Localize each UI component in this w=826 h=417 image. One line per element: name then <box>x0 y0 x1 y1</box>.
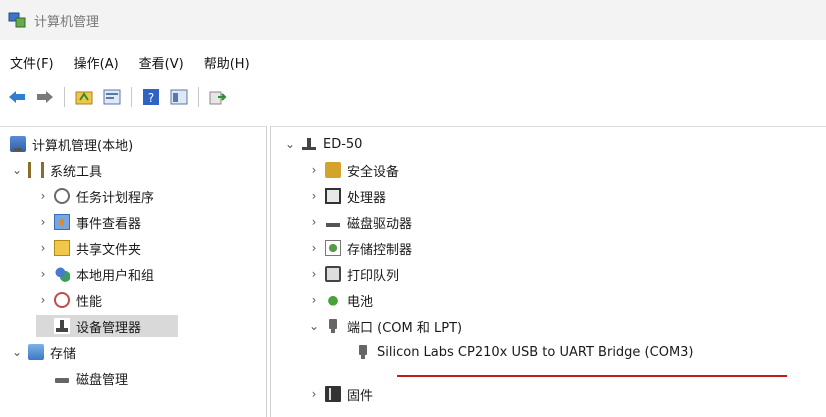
device-tree: ⌄ ED-50 › 安全设备 › 处理器 › 磁盘驱动器 › 存储控制器 › 打… <box>270 126 826 417</box>
disk-drive-icon <box>325 214 341 230</box>
device-category-label: 存储控制器 <box>347 242 413 258</box>
device-item[interactable]: Silicon Labs CP210x USB to UART Bridge (… <box>355 341 694 363</box>
tree-item-task-scheduler[interactable]: › 任务计划程序 <box>36 185 154 207</box>
tree-item-label: 系统工具 <box>50 164 103 180</box>
computer-management-icon <box>10 136 26 152</box>
tree-item-label: 任务计划程序 <box>76 190 155 206</box>
tree-item-label: 设备管理器 <box>76 320 142 336</box>
tree-item-label: 性能 <box>76 294 103 310</box>
disk-icon <box>54 370 70 386</box>
window-title: 计算机管理 <box>34 14 100 30</box>
menu-help[interactable]: 帮助(H) <box>194 53 260 72</box>
printer-icon <box>325 266 341 282</box>
security-device-icon <box>325 162 341 178</box>
storage-controller-icon <box>325 240 341 256</box>
chevron-right-icon[interactable]: › <box>307 293 321 307</box>
back-icon[interactable] <box>6 86 28 108</box>
port-icon <box>325 318 341 334</box>
chevron-down-icon[interactable]: ⌄ <box>10 163 24 177</box>
device-category-label: 磁盘驱动器 <box>347 216 413 232</box>
chevron-right-icon[interactable]: › <box>36 267 50 281</box>
tree-item-performance[interactable]: › 性能 <box>36 289 102 311</box>
device-category[interactable]: ⌄ 端口 (COM 和 LPT) <box>307 315 462 337</box>
menu-file[interactable]: 文件(F) <box>0 53 64 72</box>
device-category[interactable]: › 存储控制器 <box>307 237 412 259</box>
tree-item-label: 事件查看器 <box>76 216 142 232</box>
help-icon[interactable]: ? <box>140 86 162 108</box>
properties-icon[interactable] <box>101 86 123 108</box>
processor-icon <box>325 188 341 204</box>
menu-view[interactable]: 查看(V) <box>129 53 194 72</box>
menu-action[interactable]: 操作(A) <box>64 53 129 72</box>
device-category[interactable]: › 电池 <box>307 289 373 311</box>
device-manager-icon <box>54 318 70 334</box>
tree-item-label: 存储 <box>50 346 77 362</box>
users-icon <box>54 266 70 282</box>
export-icon[interactable] <box>207 86 229 108</box>
chevron-right-icon[interactable]: › <box>36 293 50 307</box>
device-category[interactable]: › 安全设备 <box>307 159 399 181</box>
tree-item-local-users[interactable]: › 本地用户和组 <box>36 263 154 285</box>
up-icon[interactable] <box>73 86 95 108</box>
tree-item-label: 共享文件夹 <box>76 242 142 258</box>
device-item-label: Silicon Labs CP210x USB to UART Bridge (… <box>377 344 694 360</box>
chevron-right-icon[interactable]: › <box>307 387 321 401</box>
menu-bar: 文件(F) 操作(A) 查看(V) 帮助(H) <box>0 50 260 74</box>
highlight-underline <box>397 375 787 377</box>
chevron-right-icon[interactable]: › <box>36 215 50 229</box>
device-category-label: 固件 <box>347 388 374 404</box>
tree-item-device-manager[interactable]: 设备管理器 <box>36 315 178 337</box>
toolbar: ? <box>6 84 229 110</box>
svg-text:?: ? <box>148 91 154 105</box>
battery-icon <box>325 292 341 308</box>
device-category[interactable]: › 打印队列 <box>307 263 399 285</box>
device-root[interactable]: ⌄ ED-50 <box>283 133 362 155</box>
tree-item-storage[interactable]: ⌄ 存储 <box>10 341 76 363</box>
chevron-right-icon[interactable]: › <box>307 189 321 203</box>
device-category-label: 安全设备 <box>347 164 400 180</box>
device-category[interactable]: › 磁盘驱动器 <box>307 211 412 233</box>
tree-item-root[interactable]: 计算机管理(本地) <box>10 133 133 155</box>
tree-item-disk-management[interactable]: 磁盘管理 <box>36 367 128 389</box>
toolbar-separator <box>64 87 65 107</box>
device-category-label: 端口 (COM 和 LPT) <box>347 320 463 336</box>
tree-item-label: 计算机管理(本地) <box>32 138 134 154</box>
chevron-right-icon[interactable]: › <box>36 189 50 203</box>
tree-item-shared-folders[interactable]: › 共享文件夹 <box>36 237 141 259</box>
device-category[interactable]: › 固件 <box>307 383 373 405</box>
toolbar-separator <box>198 87 199 107</box>
chevron-down-icon[interactable]: ⌄ <box>307 319 321 333</box>
device-category-label: 电池 <box>347 294 374 310</box>
storage-icon <box>28 344 44 360</box>
navigation-tree: 计算机管理(本地) ⌄ 系统工具 › 任务计划程序 › 事件查看器 › 共享文件… <box>0 126 267 417</box>
performance-icon <box>54 292 70 308</box>
tree-item-event-viewer[interactable]: › 事件查看器 <box>36 211 141 233</box>
chevron-right-icon[interactable]: › <box>307 267 321 281</box>
toolbar-separator <box>131 87 132 107</box>
chevron-down-icon[interactable]: ⌄ <box>10 345 24 359</box>
chevron-down-icon[interactable]: ⌄ <box>283 137 297 151</box>
chevron-right-icon[interactable]: › <box>307 215 321 229</box>
computer-icon <box>301 136 317 152</box>
tree-item-system-tools[interactable]: ⌄ 系统工具 <box>10 159 102 181</box>
event-viewer-icon <box>54 214 70 230</box>
device-root-label: ED-50 <box>323 136 363 152</box>
firmware-icon <box>325 386 341 402</box>
device-category-label: 打印队列 <box>347 268 400 284</box>
device-category[interactable]: › 处理器 <box>307 185 386 207</box>
title-bar: 计算机管理 <box>0 0 826 40</box>
device-category-label: 处理器 <box>347 190 387 206</box>
tree-item-label: 本地用户和组 <box>76 268 155 284</box>
port-icon <box>355 344 371 360</box>
tools-icon <box>28 162 44 178</box>
forward-icon[interactable] <box>34 86 56 108</box>
view-icon[interactable] <box>168 86 190 108</box>
tree-item-label: 磁盘管理 <box>76 372 129 388</box>
chevron-right-icon[interactable]: › <box>307 241 321 255</box>
chevron-right-icon[interactable]: › <box>36 241 50 255</box>
clock-icon <box>54 188 70 204</box>
shared-folder-icon <box>54 240 70 256</box>
computer-management-icon <box>8 12 26 28</box>
chevron-right-icon[interactable]: › <box>307 163 321 177</box>
